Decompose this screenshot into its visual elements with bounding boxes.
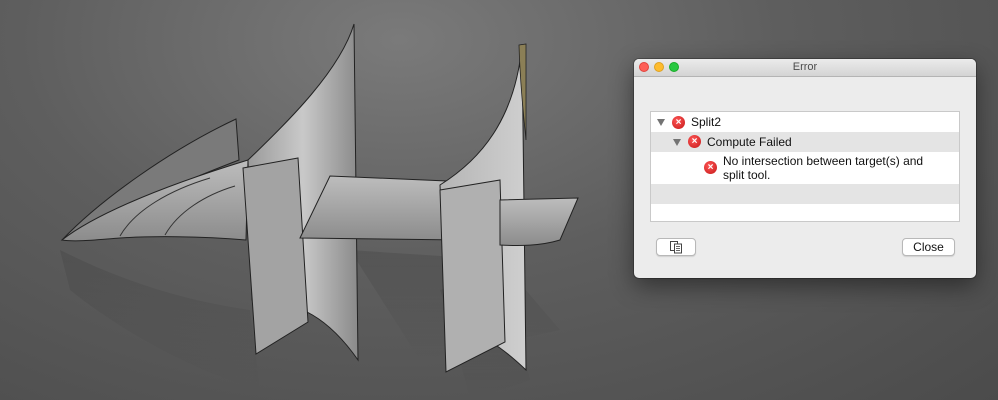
error-x-icon: × bbox=[672, 116, 685, 129]
error-message-line1: No intersection between target(s) and bbox=[723, 154, 924, 168]
error-message-line2: split tool. bbox=[723, 168, 771, 182]
tree-label-split2: Split2 bbox=[691, 115, 722, 129]
close-button[interactable]: Close bbox=[902, 238, 955, 256]
right-fin[interactable] bbox=[499, 197, 579, 246]
error-x-icon: × bbox=[704, 161, 717, 174]
tree-row-split2[interactable]: × Split2 bbox=[651, 112, 959, 132]
disclosure-triangle-icon[interactable] bbox=[673, 139, 681, 146]
dialog-title: Error bbox=[792, 61, 818, 73]
copy-clipboard-icon bbox=[670, 241, 682, 254]
error-tree: × Split2 × Compute Failed × No intersect… bbox=[650, 111, 960, 222]
dialog-titlebar[interactable]: Error bbox=[634, 59, 976, 77]
tree-row-message[interactable]: × No intersection between target(s) and … bbox=[651, 152, 959, 184]
error-dialog: Error × Split2 × Compute Failed × No int… bbox=[634, 59, 976, 278]
vertical-panel-1[interactable] bbox=[242, 157, 309, 355]
error-x-icon: × bbox=[688, 135, 701, 148]
disclosure-triangle-icon[interactable] bbox=[657, 119, 665, 126]
tree-label-compute-failed: Compute Failed bbox=[707, 135, 792, 149]
tree-row-compute-failed[interactable]: × Compute Failed bbox=[651, 132, 959, 152]
copy-button[interactable] bbox=[656, 238, 696, 256]
vertical-panel-2[interactable] bbox=[439, 179, 506, 373]
left-swept-surface[interactable] bbox=[60, 118, 249, 242]
tree-row-empty bbox=[651, 184, 959, 204]
